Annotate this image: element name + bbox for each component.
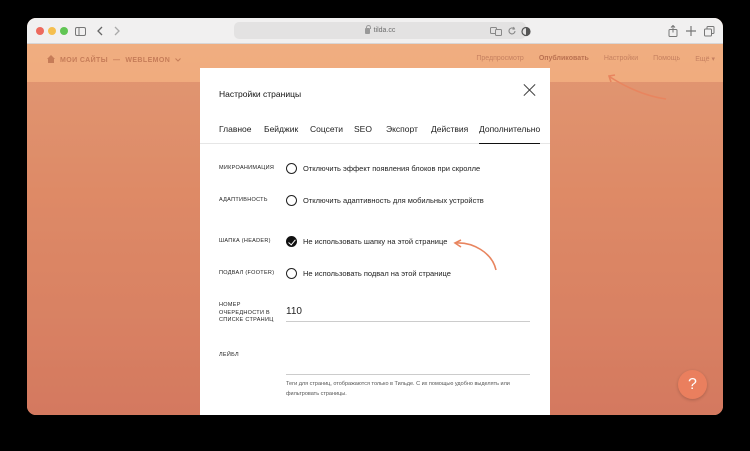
my-sites-link[interactable]: МОИ САЙТЫ [60, 57, 108, 64]
tab-export[interactable]: Экспорт [386, 124, 418, 144]
adaptivity-option[interactable]: Отключить адаптивность для мобильных уст… [303, 196, 484, 205]
breadcrumb-separator: — [112, 56, 121, 64]
header-option[interactable]: Не использовать шапку на этой странице [303, 237, 447, 246]
tags-hint: Теги для страниц, отображаются только в … [286, 381, 510, 397]
browser-titlebar: tilda.cc [27, 18, 723, 44]
microanimation-option[interactable]: Отключить эффект появления блоков при ск… [303, 164, 480, 173]
tab-overview-icon[interactable] [701, 23, 717, 39]
adaptivity-label: АДАПТИВНОСТЬ [219, 197, 268, 203]
nav-publish[interactable]: Опубликовать [539, 55, 589, 63]
header-label: ШАПКА (HEADER) [219, 238, 271, 244]
tab-actions[interactable]: Действия [431, 124, 468, 144]
tags-input[interactable] [286, 358, 530, 375]
browser-window: tilda.cc МОИ САЙТЫ — WEBLEMON Предпросмо… [27, 18, 723, 415]
project-link[interactable]: WEBLEMON [125, 57, 170, 64]
tags-label: ЛЕЙБЛ [219, 352, 239, 358]
nav-actions: Предпросмотр Опубликовать Настройки Помо… [476, 55, 715, 63]
minimize-window-button[interactable] [48, 27, 56, 35]
chevron-down-icon[interactable] [175, 57, 182, 64]
share-icon[interactable] [665, 23, 681, 39]
footer-checkbox[interactable] [286, 268, 297, 279]
forward-icon[interactable] [109, 23, 125, 39]
tab-badge[interactable]: Бейджик [264, 124, 298, 144]
modal-title: Настройки страницы [219, 89, 302, 99]
nav-breadcrumb: МОИ САЙТЫ — WEBLEMON [47, 55, 182, 65]
address-text: tilda.cc [373, 27, 396, 34]
annotation-arrow-header [453, 239, 497, 271]
tab-main[interactable]: Главное [219, 124, 251, 144]
nav-settings[interactable]: Настройки [604, 55, 638, 63]
close-window-button[interactable] [36, 27, 44, 35]
address-bar[interactable]: tilda.cc [234, 22, 526, 39]
microanimation-label: МИКРОАНИМАЦИЯ [219, 165, 275, 171]
home-icon[interactable] [47, 55, 55, 65]
close-icon[interactable] [524, 84, 536, 96]
lock-icon [364, 24, 371, 34]
nav-more[interactable]: Ещё ▾ [695, 55, 715, 63]
sidebar-icon[interactable] [72, 23, 88, 39]
footer-option[interactable]: Не использовать подвал на этой странице [303, 269, 451, 278]
settings-tabs: Главное Бейджик Соцсети SEO Экспорт Дейс… [200, 124, 550, 144]
privacy-shield-icon[interactable] [518, 23, 534, 39]
page-order-label: НОМЕР ОЧЕРЕДНОСТИ В СПИСКЕ СТРАНИЦ [219, 302, 274, 323]
page-order-input[interactable]: 110 [286, 306, 530, 322]
footer-label: ПОДВАЛ (FOOTER) [219, 270, 275, 276]
translate-icon[interactable] [488, 23, 504, 39]
tab-seo[interactable]: SEO [354, 124, 372, 144]
tab-advanced[interactable]: Дополнительно [479, 124, 541, 144]
back-icon[interactable] [92, 23, 108, 39]
tab-social[interactable]: Соцсети [310, 124, 343, 144]
microanimation-checkbox[interactable] [286, 163, 297, 174]
nav-help[interactable]: Помощь [653, 55, 680, 63]
header-checkbox[interactable] [286, 236, 297, 247]
nav-preview[interactable]: Предпросмотр [476, 55, 523, 63]
help-button[interactable]: ? [678, 370, 707, 399]
zoom-window-button[interactable] [60, 27, 68, 35]
annotation-arrow-settings [607, 74, 667, 100]
new-tab-icon[interactable] [683, 23, 699, 39]
adaptivity-checkbox[interactable] [286, 195, 297, 206]
